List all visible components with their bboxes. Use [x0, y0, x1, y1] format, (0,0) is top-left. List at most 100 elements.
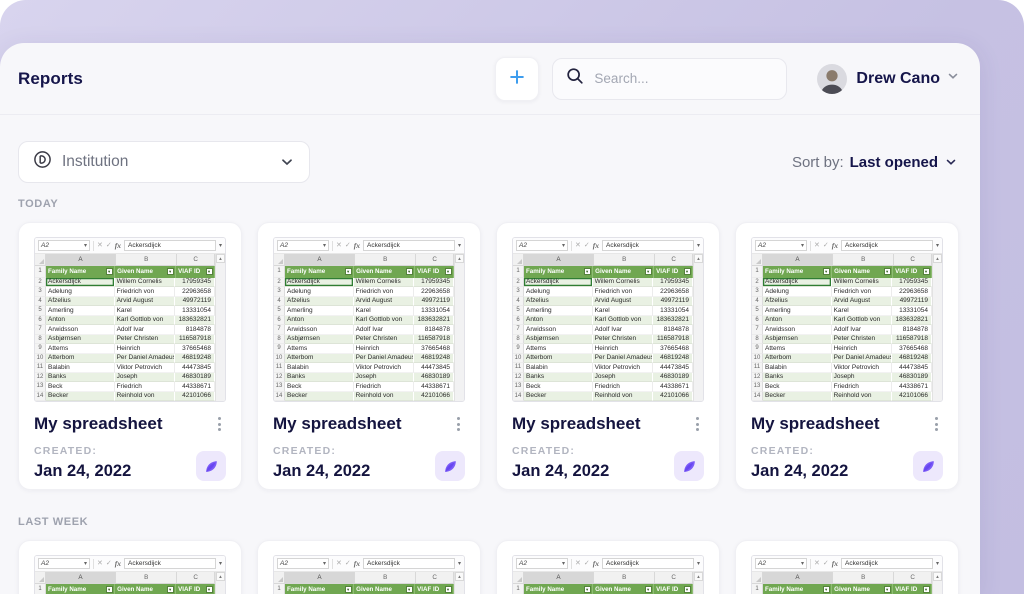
sheet-row: 9 Attems Heinrich 37665468 — [752, 344, 932, 354]
report-card[interactable]: A2▾ ✕ ✓ fx Ackersdijck ▾ A B C 1 — [735, 222, 959, 490]
institution-filter[interactable]: Institution — [18, 141, 310, 183]
sheet-column-headers: A B C — [513, 254, 693, 266]
search-input[interactable] — [594, 71, 754, 86]
created-label: CREATED: — [34, 445, 131, 457]
triangle-up-icon: ▲ — [455, 254, 464, 263]
section-label: TODAY — [18, 198, 980, 210]
kebab-menu-icon[interactable] — [691, 414, 704, 434]
report-sections: TODAY A2▾ ✕ ✓ fx Ackersdijck ▾ A B C — [0, 198, 980, 594]
institution-circle-d-icon — [33, 150, 52, 174]
sheet-formula-bar: A2▾ ✕ ✓ fx Ackersdijck ▾ — [513, 556, 703, 572]
filter-dropdown-icon: ▾ — [345, 268, 352, 275]
filter-dropdown-icon: ▾ — [684, 268, 691, 275]
main-panel: Reports Drew Cano — [0, 43, 980, 594]
user-name: Drew Cano — [856, 70, 940, 88]
sheet-row: 13 Beck Friedrich 44338671 — [35, 382, 215, 392]
add-report-button[interactable] — [495, 57, 539, 101]
sheet-select-all-corner — [274, 572, 285, 583]
sheet-formula-value: Ackersdijck — [363, 558, 455, 569]
report-card[interactable]: A2▾ ✕ ✓ fx Ackersdijck ▾ A B C 1 — [18, 222, 242, 490]
chevron-down-icon: ▾ — [562, 560, 565, 567]
chevron-down-icon: ▾ — [84, 560, 87, 567]
triangle-up-icon: ▲ — [216, 254, 225, 263]
sheet-header-row: 1 Family Name▾ Given Name▾ VIAF ID▾ — [513, 266, 693, 278]
filter-dropdown-icon: ▾ — [445, 268, 452, 275]
fx-icon: fx — [115, 559, 121, 568]
x-icon: ✕ — [814, 560, 820, 567]
filter-dropdown-icon: ▾ — [345, 586, 352, 593]
report-section: LAST WEEK A2▾ ✕ ✓ fx Ackersdijck ▾ A B C — [0, 516, 980, 594]
purple-leaf-logo-icon — [435, 451, 465, 481]
report-card[interactable]: A2▾ ✕ ✓ fx Ackersdijck ▾ A B C 1 — [735, 540, 959, 594]
header: Reports Drew Cano — [0, 43, 980, 115]
sheet-row: 7 Arwidsson Adolf Ivar 8184878 — [274, 325, 454, 335]
kebab-menu-icon[interactable] — [452, 414, 465, 434]
sheet-name-box: A2▾ — [38, 240, 90, 251]
sheet-row: 12 Banks Joseph 46830189 — [35, 373, 215, 383]
card-title: My spreadsheet — [273, 414, 402, 434]
spreadsheet-preview: A2▾ ✕ ✓ fx Ackersdijck ▾ A B C 1 — [34, 555, 226, 594]
sheet-row: 2 Ackersdijck Willem Cornelis 17959345 — [274, 278, 454, 288]
sheet-formula-bar: A2▾ ✕ ✓ fx Ackersdijck ▾ — [35, 238, 225, 254]
sheet-row: 3 Adelung Friedrich von 22963658 — [752, 287, 932, 297]
search-box[interactable] — [552, 58, 787, 100]
sheet-row: 12 Banks Joseph 46830189 — [752, 373, 932, 383]
card-title: My spreadsheet — [34, 414, 163, 434]
spreadsheet-preview: A2▾ ✕ ✓ fx Ackersdijck ▾ A B C 1 — [751, 555, 943, 594]
filter-dropdown-icon: ▾ — [884, 268, 891, 275]
chevron-down-icon: ▾ — [801, 242, 804, 249]
triangle-up-icon: ▲ — [694, 254, 703, 263]
chevron-down-icon: ▾ — [458, 560, 461, 567]
purple-leaf-logo-icon — [196, 451, 226, 481]
filter-dropdown-icon: ▾ — [206, 586, 213, 593]
section-label: LAST WEEK — [18, 516, 980, 528]
sheet-select-all-corner — [35, 572, 46, 583]
report-card[interactable]: A2▾ ✕ ✓ fx Ackersdijck ▾ A B C 1 — [496, 222, 720, 490]
sheet-formula-value: Ackersdijck — [602, 240, 694, 251]
kebab-menu-icon[interactable] — [213, 414, 226, 434]
header-actions: Drew Cano — [495, 57, 960, 101]
triangle-up-icon: ▲ — [933, 572, 942, 581]
sheet-row: 5 Amerling Karel 13331054 — [35, 306, 215, 316]
x-icon: ✕ — [336, 560, 342, 567]
fx-icon: fx — [115, 241, 121, 250]
sheet-row: 3 Adelung Friedrich von 22963658 — [274, 287, 454, 297]
sheet-name-box: A2▾ — [755, 240, 807, 251]
sheet-row: 14 Becker Reinhold von 42101066 — [513, 392, 693, 402]
spreadsheet-preview: A2▾ ✕ ✓ fx Ackersdijck ▾ A B C 1 — [273, 555, 465, 594]
filter-dropdown-icon: ▾ — [823, 268, 830, 275]
triangle-up-icon: ▲ — [694, 572, 703, 581]
filter-dropdown-icon: ▾ — [823, 586, 830, 593]
sheet-formula-value: Ackersdijck — [124, 240, 216, 251]
sheet-formula-value: Ackersdijck — [124, 558, 216, 569]
sheet-row: 10 Atterbom Per Daniel Amadeus 46819248 — [752, 354, 932, 364]
sheet-name-box: A2▾ — [277, 240, 329, 251]
filter-dropdown-icon: ▾ — [445, 586, 452, 593]
plus-icon — [507, 67, 527, 90]
sheet-formula-value: Ackersdijck — [841, 558, 933, 569]
sheet-formula-bar: A2▾ ✕ ✓ fx Ackersdijck ▾ — [752, 556, 942, 572]
filter-dropdown-icon: ▾ — [167, 268, 174, 275]
created-date: Jan 24, 2022 — [34, 462, 131, 481]
kebab-menu-icon[interactable] — [930, 414, 943, 434]
user-menu[interactable]: Drew Cano — [817, 64, 960, 94]
chevron-down-icon — [946, 69, 960, 88]
sort-by-control[interactable]: Sort by: Last opened — [792, 154, 958, 171]
report-card[interactable]: A2▾ ✕ ✓ fx Ackersdijck ▾ A B C 1 — [18, 540, 242, 594]
chevron-down-icon: ▾ — [697, 560, 700, 567]
filter-dropdown-icon: ▾ — [884, 586, 891, 593]
sheet-scrollbar: ▲ — [215, 254, 225, 401]
filter-dropdown-icon: ▾ — [206, 268, 213, 275]
report-card[interactable]: A2▾ ✕ ✓ fx Ackersdijck ▾ A B C 1 — [496, 540, 720, 594]
check-icon: ✓ — [823, 560, 829, 567]
sheet-row: 11 Balabin Viktor Petrovich 44473845 — [752, 363, 932, 373]
report-card[interactable]: A2▾ ✕ ✓ fx Ackersdijck ▾ A B C 1 — [257, 540, 481, 594]
sheet-row: 6 Anton Karl Gottlob von 183632821 — [274, 316, 454, 326]
sheet-scrollbar: ▲ — [693, 572, 703, 594]
sheet-row: 5 Amerling Karel 13331054 — [513, 306, 693, 316]
sheet-scrollbar: ▲ — [454, 254, 464, 401]
sheet-row: 6 Anton Karl Gottlob von 183632821 — [35, 316, 215, 326]
report-card[interactable]: A2▾ ✕ ✓ fx Ackersdijck ▾ A B C 1 — [257, 222, 481, 490]
sheet-formula-value: Ackersdijck — [841, 240, 933, 251]
sheet-row: 12 Banks Joseph 46830189 — [513, 373, 693, 383]
